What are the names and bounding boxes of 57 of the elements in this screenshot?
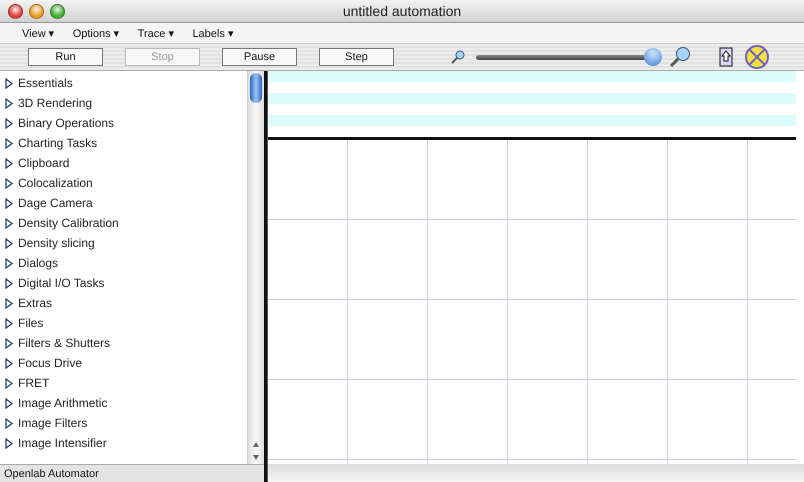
task-item[interactable]: Density Calibration: [0, 213, 247, 233]
disclosure-triangle-icon[interactable]: [5, 418, 13, 428]
disclosure-triangle-icon[interactable]: [5, 438, 13, 448]
task-item[interactable]: Image Intensifier: [0, 433, 247, 453]
task-item[interactable]: Image Arithmetic: [0, 393, 247, 413]
task-item[interactable]: Essentials: [0, 73, 247, 93]
disclosure-triangle-icon[interactable]: [5, 278, 13, 288]
toolbar-button[interactable]: Pause: [222, 48, 297, 66]
task-item[interactable]: Image Filters: [0, 413, 247, 433]
disclosure-triangle-icon[interactable]: [5, 238, 13, 248]
disclosure-triangle-icon[interactable]: [5, 258, 13, 268]
wheel-icon[interactable]: [745, 45, 769, 69]
disclosure-triangle-icon[interactable]: [5, 378, 13, 388]
task-item[interactable]: Filters & Shutters: [0, 333, 247, 353]
zoom-out-icon[interactable]: [451, 50, 465, 64]
disclosure-triangle-icon[interactable]: [5, 78, 13, 88]
task-item[interactable]: Charting Tasks: [0, 133, 247, 153]
task-item[interactable]: Focus Drive: [0, 353, 247, 373]
disclosure-triangle-icon[interactable]: [5, 358, 13, 368]
disclosure-triangle-icon[interactable]: [5, 158, 13, 168]
upload-icon[interactable]: [719, 47, 733, 67]
scroll-thumb[interactable]: [250, 73, 262, 103]
disclosure-triangle-icon[interactable]: [5, 178, 13, 188]
task-item[interactable]: Extras: [0, 293, 247, 313]
disclosure-triangle-icon[interactable]: [5, 198, 13, 208]
menu-item[interactable]: Options ▾: [72, 26, 120, 40]
menu-item[interactable]: View ▾: [22, 26, 55, 40]
disclosure-triangle-icon[interactable]: [5, 118, 13, 128]
toolbar-button[interactable]: Step: [319, 48, 394, 66]
scrollbar[interactable]: [247, 71, 264, 464]
task-item[interactable]: FRET: [0, 373, 247, 393]
disclosure-triangle-icon[interactable]: [5, 318, 13, 328]
disclosure-triangle-icon[interactable]: [5, 218, 13, 228]
task-item[interactable]: Colocalization: [0, 173, 247, 193]
zoom-in-icon[interactable]: [669, 46, 691, 68]
task-item[interactable]: Files: [0, 313, 247, 333]
status-bar: Openlab Automator: [0, 464, 264, 482]
menu-item[interactable]: Trace ▾: [138, 26, 174, 40]
close-button[interactable]: [8, 4, 23, 19]
task-item[interactable]: 3D Rendering: [0, 93, 247, 113]
zoom-button[interactable]: [50, 4, 65, 19]
task-item[interactable]: Digital I/O Tasks: [0, 273, 247, 293]
task-item[interactable]: Dialogs: [0, 253, 247, 273]
disclosure-triangle-icon[interactable]: [5, 138, 13, 148]
task-item[interactable]: Binary Operations: [0, 113, 247, 133]
disclosure-triangle-icon[interactable]: [5, 98, 13, 108]
task-item[interactable]: Clipboard: [0, 153, 247, 173]
task-item[interactable]: Dage Camera: [0, 193, 247, 213]
menu-item[interactable]: Labels ▾: [192, 26, 234, 40]
disclosure-triangle-icon[interactable]: [5, 298, 13, 308]
window-title: untitled automation: [342, 3, 462, 19]
task-item[interactable]: Density slicing: [0, 233, 247, 253]
disclosure-triangle-icon[interactable]: [5, 398, 13, 408]
toolbar-button[interactable]: Run: [28, 48, 103, 66]
disclosure-triangle-icon[interactable]: [5, 338, 13, 348]
horizontal-scrollbar[interactable]: [268, 464, 804, 482]
minimize-button[interactable]: [29, 4, 44, 19]
